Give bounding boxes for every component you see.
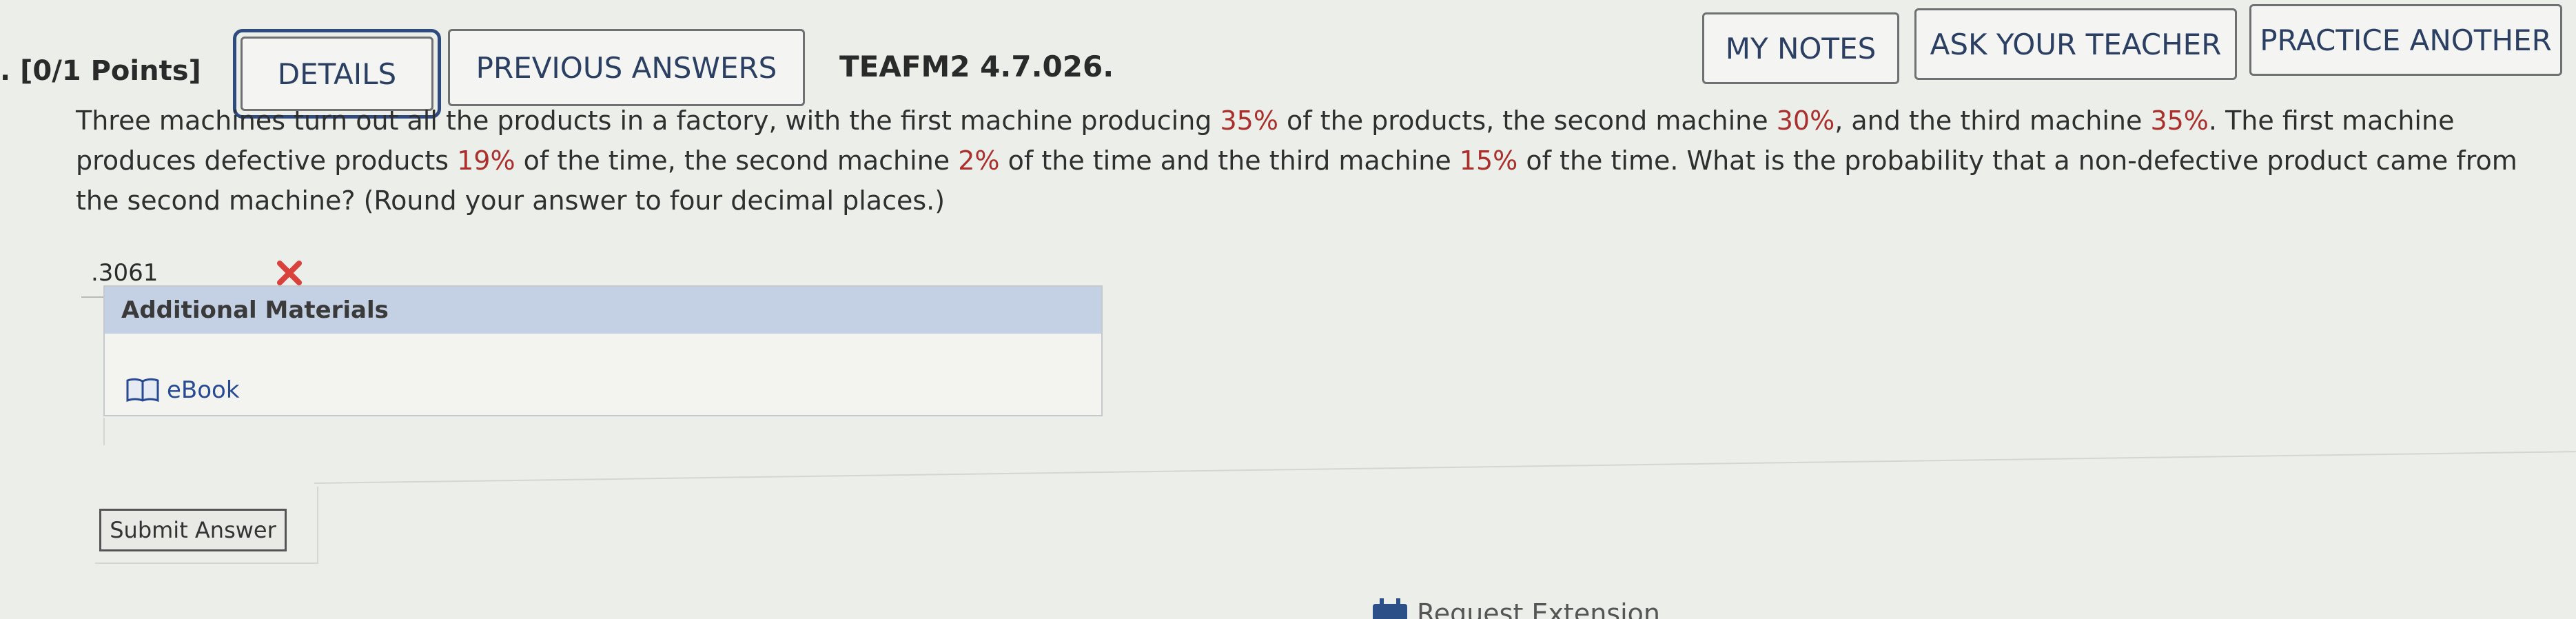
question-id: TEAFM2 4.7.026. [839, 50, 1114, 83]
request-extension-link[interactable]: Request Extension [1371, 598, 1660, 619]
submit-answer-button[interactable]: Submit Answer [99, 509, 287, 551]
my-notes-button[interactable]: MY NOTES [1702, 12, 1899, 84]
question-text-segment: of the time, the second machine [515, 145, 959, 176]
question-text: Three machines turn out all the products… [76, 101, 2550, 221]
section-divider [314, 451, 2576, 484]
ask-your-teacher-button[interactable]: ASK YOUR TEACHER [1914, 8, 2237, 80]
question-value: 19% [457, 145, 515, 176]
question-value: 30% [1776, 105, 1835, 136]
question-value: 2% [958, 145, 1000, 176]
practice-another-button[interactable]: PRACTICE ANOTHER [2249, 4, 2562, 76]
details-button[interactable]: DETAILS [241, 37, 433, 111]
book-icon [126, 378, 159, 403]
request-extension-label: Request Extension [1417, 598, 1660, 619]
question-value: 15% [1459, 145, 1518, 176]
additional-materials-panel: Additional Materials eBook [103, 285, 1103, 416]
question-text-segment: of the products, the second machine [1278, 105, 1777, 136]
answer-value: .3061 [91, 259, 159, 287]
question-value: 35% [2150, 105, 2209, 136]
question-text-segment: , and the third machine [1834, 105, 2151, 136]
ebook-label: eBook [167, 376, 240, 404]
question-value: 35% [1220, 105, 1278, 136]
question-text-segment: of the time and the third machine [999, 145, 1460, 176]
question-text-segment: Three machines turn out all the products… [76, 105, 1220, 136]
additional-materials-header: Additional Materials [105, 287, 1101, 334]
ebook-link[interactable]: eBook [125, 376, 240, 404]
points-label: . [0/1 Points] [0, 55, 201, 87]
calendar-icon [1373, 598, 1407, 619]
question-page: . [0/1 Points] DETAILS PREVIOUS ANSWERS … [0, 0, 2576, 619]
panel-divider [103, 418, 1104, 445]
previous-answers-button[interactable]: PREVIOUS ANSWERS [448, 29, 805, 106]
